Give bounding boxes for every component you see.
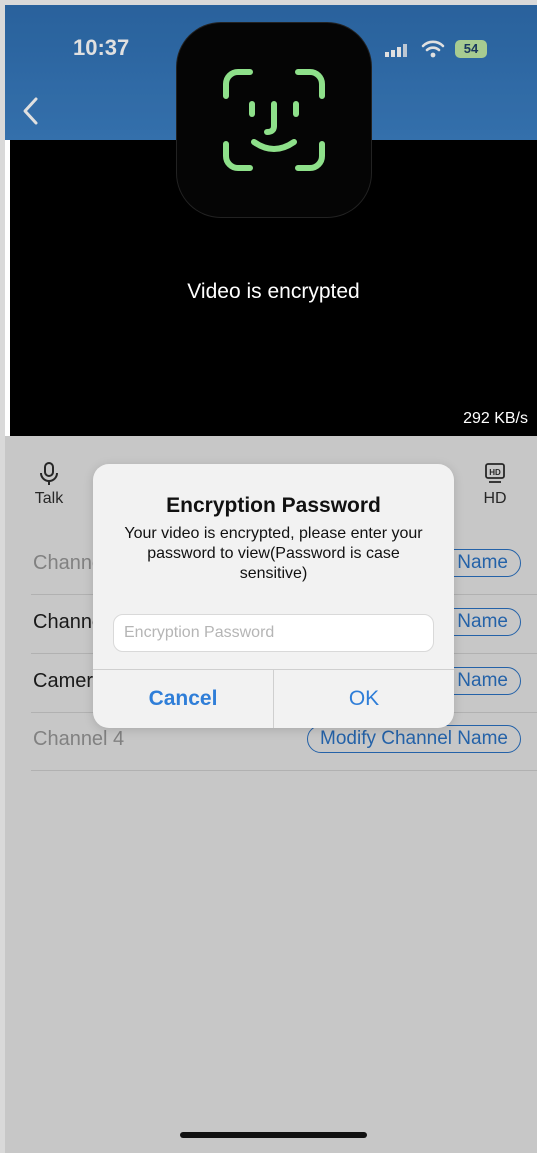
- ok-button[interactable]: OK: [274, 670, 454, 728]
- phone-screen: 10:37 54 Video is encrypted 292 KB/s Tal…: [5, 5, 537, 1153]
- dialog-title: Encryption Password: [166, 494, 381, 517]
- bitrate-readout: 292 KB/s: [463, 410, 528, 427]
- dialog-message: Your video is encrypted, please enter yo…: [124, 525, 423, 582]
- video-encrypted-message: Video is encrypted: [187, 280, 360, 303]
- home-indicator[interactable]: [180, 1132, 367, 1138]
- encryption-password-dialog: Encryption Password Your video is encryp…: [93, 464, 454, 728]
- cancel-button[interactable]: Cancel: [93, 670, 273, 728]
- encryption-password-input[interactable]: [113, 614, 434, 652]
- face-id-prompt: [177, 23, 371, 217]
- face-id-icon: [223, 69, 325, 171]
